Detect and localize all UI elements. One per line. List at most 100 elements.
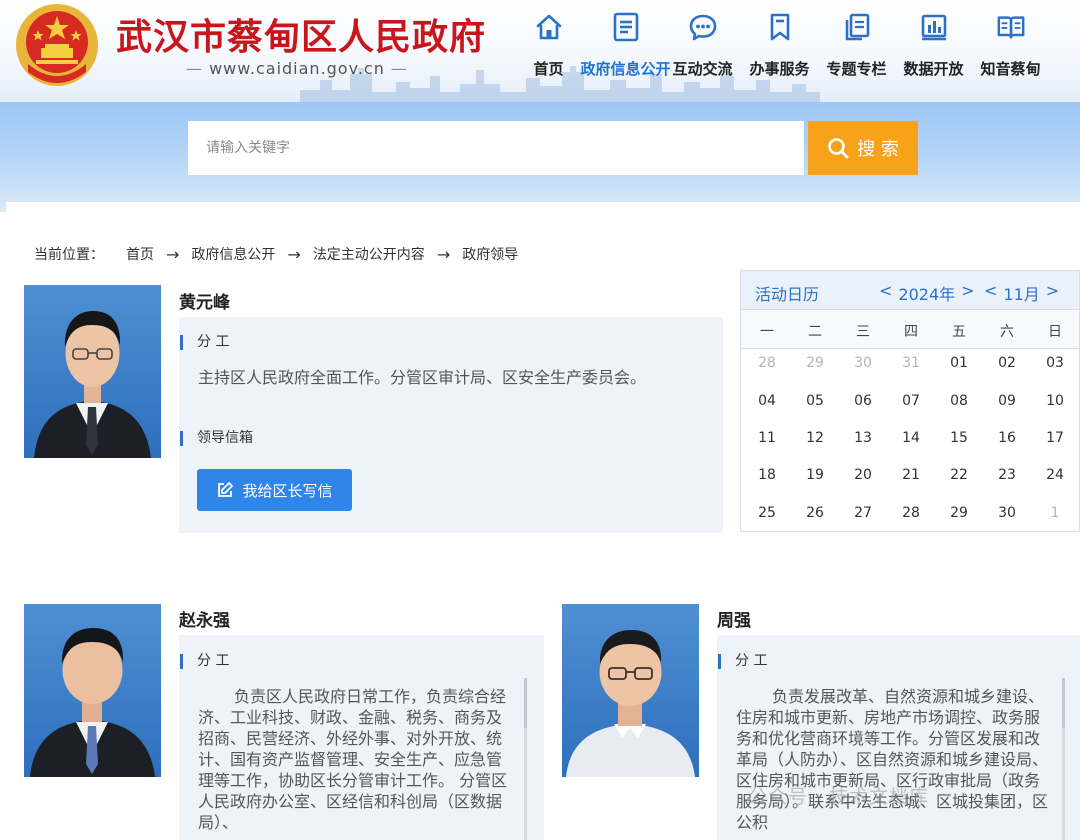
nav-label: 知音蔡甸 (980, 60, 1041, 78)
leader-photo (24, 285, 161, 458)
calendar-day[interactable]: 17 (1035, 430, 1075, 446)
calendar-day[interactable]: 08 (939, 393, 979, 409)
duty-title: 分 工 (180, 654, 229, 669)
nav-item-open-data[interactable]: 数据开放 (895, 6, 972, 88)
next-month-button[interactable]: > (1046, 281, 1059, 305)
duty-text: 负责区人民政府日常工作，负责综合经济、工业科技、财政、金融、税务、商务及招商、民… (198, 687, 508, 832)
calendar-day[interactable]: 28 (891, 505, 931, 521)
calendar-day[interactable]: 29 (939, 505, 979, 521)
site-domain-text: www.caidian.gov.cn (209, 59, 385, 78)
site-title: 武汉市蔡甸区人民政府 (116, 16, 487, 58)
search-icon (828, 138, 849, 159)
breadcrumb-label: 当前位置： (34, 247, 104, 263)
calendar-day[interactable]: 03 (1035, 355, 1075, 371)
weekday-label: 日 (1048, 324, 1062, 340)
open-book-icon (996, 10, 1026, 44)
search-button[interactable]: 搜 索 (808, 121, 918, 175)
calendar-day[interactable]: 14 (891, 430, 931, 446)
calendar-day[interactable]: 13 (843, 430, 883, 446)
calendar-month: 11月 (1003, 285, 1040, 304)
duty-scrollbar-thumb[interactable] (524, 678, 527, 728)
main-nav: 首页 政府信息公开 互动交流 办事服务 专题专栏 数据开放 知音蔡甸 (510, 6, 1049, 96)
prev-year-button[interactable]: < (879, 281, 892, 305)
calendar-day[interactable]: 18 (747, 467, 787, 483)
search-input[interactable] (188, 121, 804, 175)
weekday-label: 五 (952, 324, 966, 340)
leader-photo (24, 604, 161, 777)
watermark: 公众号 · 技术文档库 (748, 786, 930, 808)
calendar-day[interactable]: 26 (795, 505, 835, 521)
leader-name: 赵永强 (179, 611, 230, 631)
weekday-label: 二 (808, 324, 822, 340)
calendar-title: 活动日历 (755, 285, 820, 304)
nav-label: 数据开放 (903, 60, 964, 78)
calendar-day[interactable]: 07 (891, 393, 931, 409)
bookmark-icon (765, 10, 795, 44)
calendar-day[interactable]: 12 (795, 430, 835, 446)
breadcrumb: 当前位置： 首页 → 政府信息公开 → 法定主动公开内容 → 政府领导 (34, 244, 518, 264)
calendar-day[interactable]: 30 (843, 355, 883, 371)
calendar-day[interactable]: 11 (747, 430, 787, 446)
calendar-header: 活动日历 < 2024年 > < 11月 > (741, 271, 1079, 309)
calendar-day[interactable]: 19 (795, 467, 835, 483)
breadcrumb-statutory[interactable]: 法定主动公开内容 (313, 244, 425, 264)
duty-title: 分 工 (718, 654, 767, 669)
calendar-day[interactable]: 05 (795, 393, 835, 409)
site-header: 武汉市蔡甸区人民政府 — www.caidian.gov.cn — 首页 政府信… (0, 0, 1080, 102)
calendar-day[interactable]: 09 (987, 393, 1027, 409)
breadcrumb-home[interactable]: 首页 (126, 244, 154, 264)
calendar-day[interactable]: 30 (987, 505, 1027, 521)
chat-bubble-icon (688, 10, 718, 44)
calendar-day[interactable]: 02 (987, 355, 1027, 371)
home-icon (534, 10, 564, 44)
nav-label: 办事服务 (749, 60, 810, 78)
calendar-day[interactable]: 29 (795, 355, 835, 371)
breadcrumb-leaders[interactable]: 政府领导 (462, 244, 518, 264)
calendar-day[interactable]: 24 (1035, 467, 1075, 483)
calendar-day[interactable]: 25 (747, 505, 787, 521)
calendar-day[interactable]: 31 (891, 355, 931, 371)
leader-photo (562, 604, 699, 777)
nav-item-zhiyin[interactable]: 知音蔡甸 (972, 6, 1049, 88)
bar-chart-icon (919, 10, 949, 44)
next-year-button[interactable]: > (961, 281, 974, 305)
calendar-day[interactable]: 15 (939, 430, 979, 446)
calendar-day[interactable]: 16 (987, 430, 1027, 446)
portrait-illustration (566, 630, 695, 777)
calendar-day[interactable]: 1 (1035, 505, 1075, 521)
calendar-day[interactable]: 28 (747, 355, 787, 371)
calendar-year: 2024年 (898, 285, 956, 304)
weekday-label: 六 (1000, 324, 1014, 340)
document-list-icon (611, 10, 641, 44)
calendar-day[interactable]: 10 (1035, 393, 1075, 409)
weekday-row: 一二三四五六日 (741, 309, 1079, 349)
nav-item-interaction[interactable]: 互动交流 (664, 6, 741, 88)
duty-scrollbar-thumb[interactable] (1062, 678, 1065, 728)
calendar-day[interactable]: 21 (891, 467, 931, 483)
nav-item-gov-info[interactable]: 政府信息公开 (581, 6, 671, 88)
nav-item-home[interactable]: 首页 (510, 6, 587, 88)
calendar-day[interactable]: 01 (939, 355, 979, 371)
nav-item-topics[interactable]: 专题专栏 (818, 6, 895, 88)
calendar-day[interactable]: 23 (987, 467, 1027, 483)
nav-label: 首页 (533, 60, 564, 78)
weekday-label: 三 (856, 324, 870, 340)
nav-item-services[interactable]: 办事服务 (741, 6, 818, 88)
prev-month-button[interactable]: < (984, 281, 997, 305)
nav-label: 专题专栏 (826, 60, 887, 78)
portrait-illustration (34, 311, 151, 458)
site-domain: — www.caidian.gov.cn — (186, 59, 408, 78)
breadcrumb-gov-info[interactable]: 政府信息公开 (191, 244, 275, 264)
calendar-day[interactable]: 04 (747, 393, 787, 409)
calendar-day[interactable]: 20 (843, 467, 883, 483)
weekday-label: 一 (760, 324, 774, 340)
calendar-day[interactable]: 27 (843, 505, 883, 521)
nav-label: 互动交流 (672, 60, 733, 78)
calendar-day[interactable]: 22 (939, 467, 979, 483)
weekday-label: 四 (904, 324, 918, 340)
leader-name: 周强 (717, 611, 751, 631)
nav-label: 政府信息公开 (580, 60, 671, 78)
write-to-mayor-button[interactable]: 我给区长写信 (197, 469, 352, 511)
calendar-month-switcher: < 11月 > (984, 281, 1059, 305)
calendar-day[interactable]: 06 (843, 393, 883, 409)
